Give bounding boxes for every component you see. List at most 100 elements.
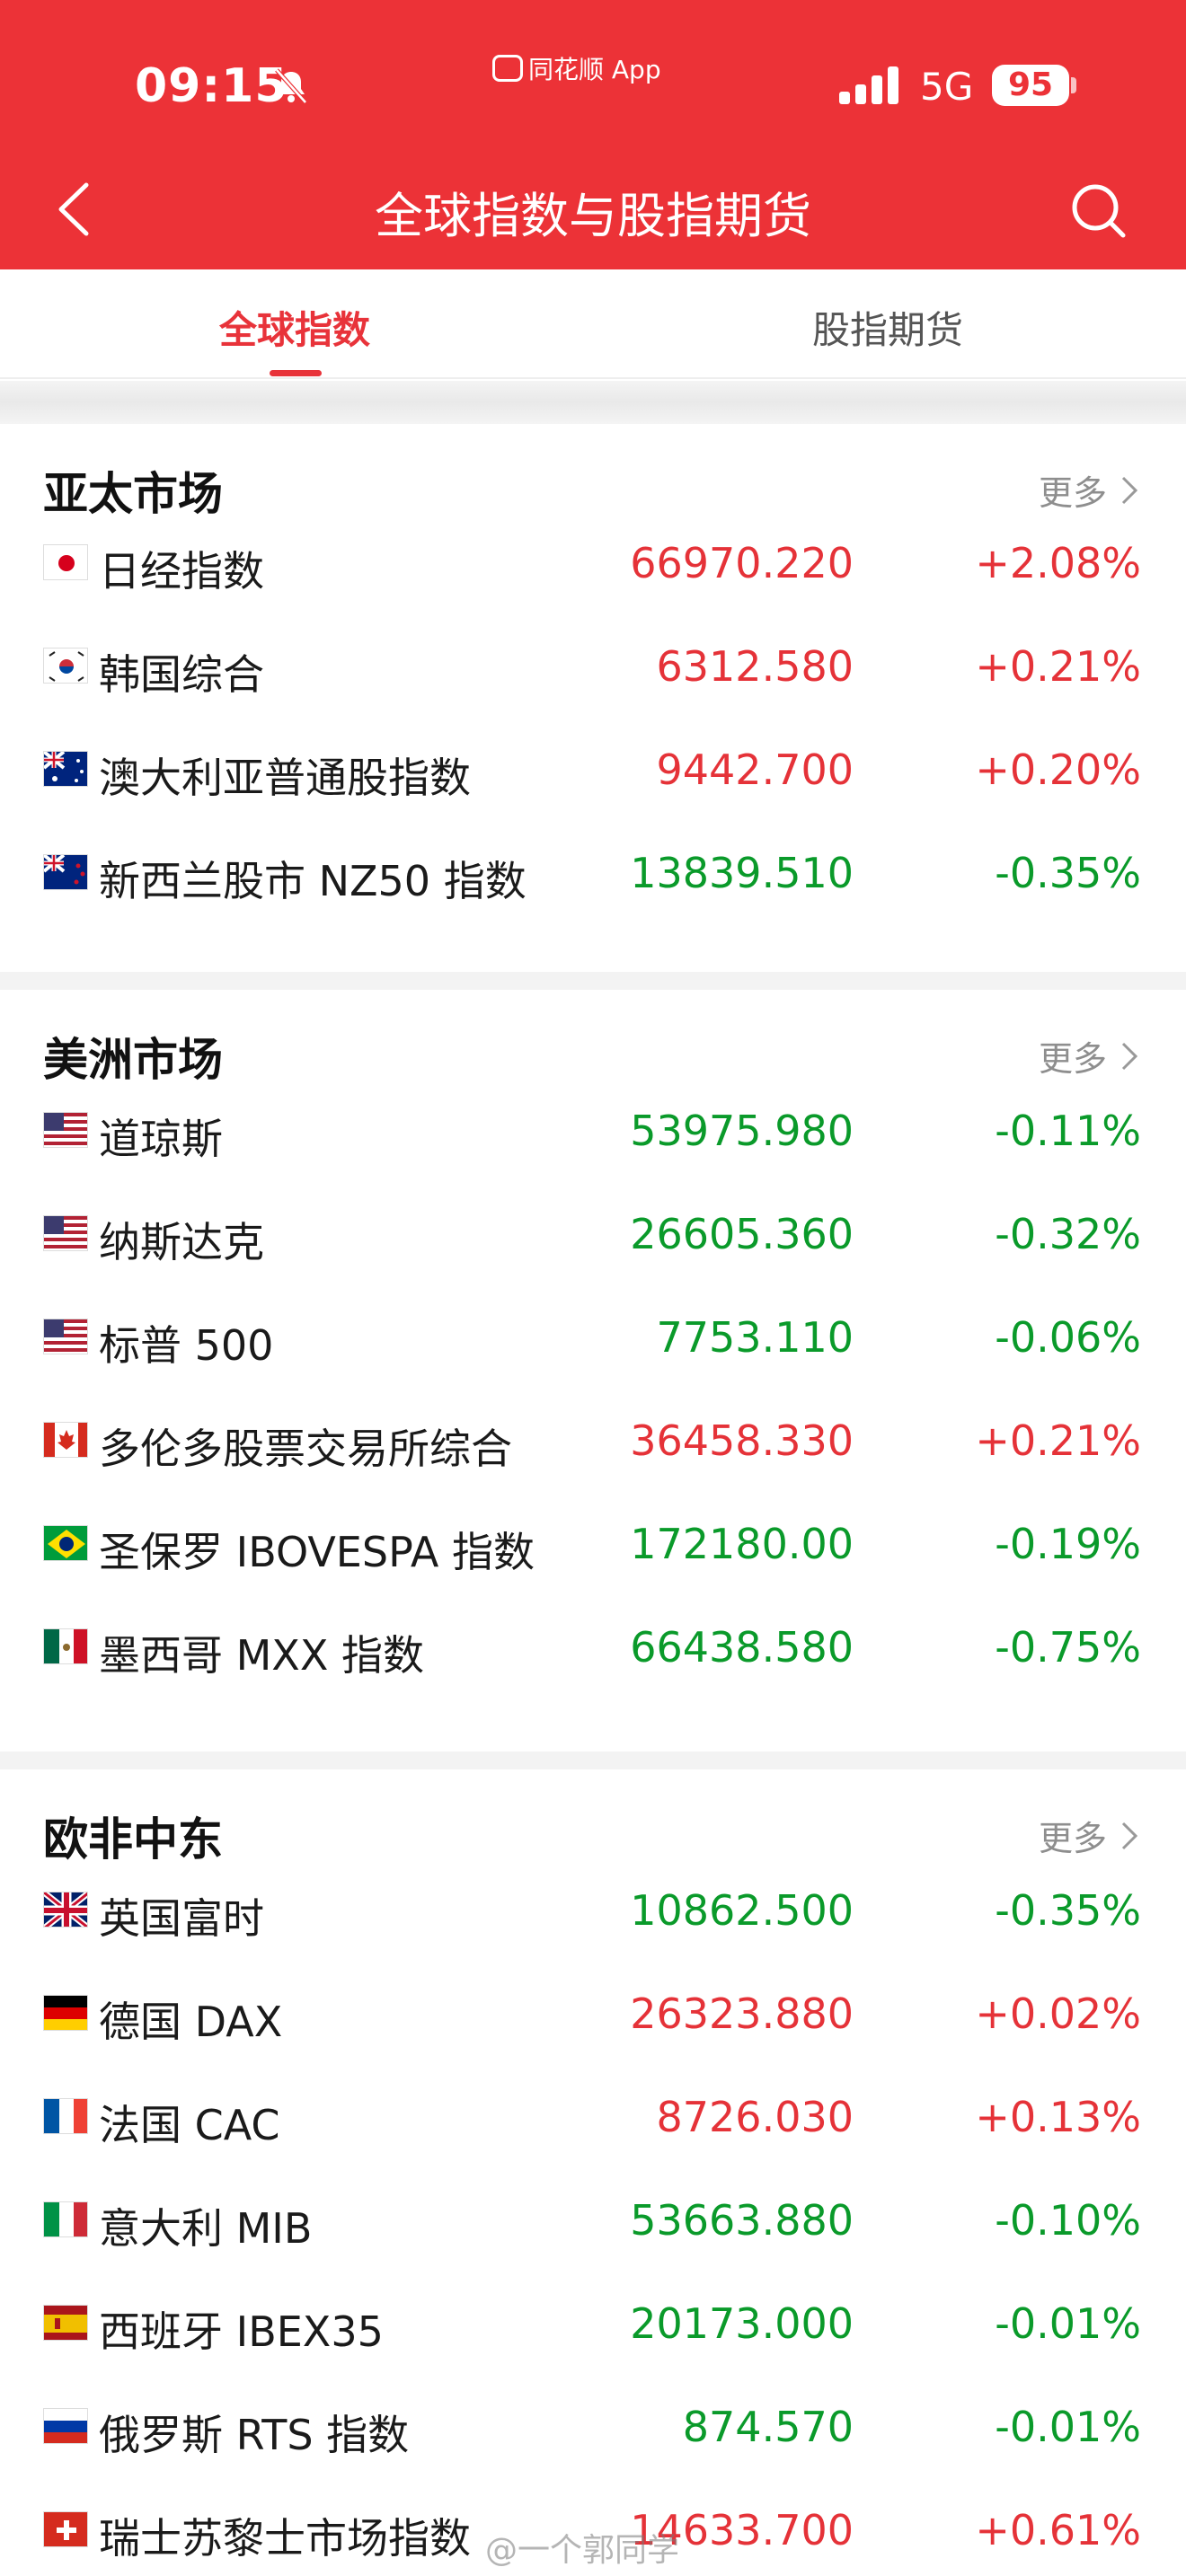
index-row[interactable]: 圣保罗 IBOVESPA 指数 172180.00 -0.19% <box>0 1493 1186 1596</box>
index-change: -0.01% <box>995 2299 1141 2348</box>
index-name: 新西兰股市 NZ50 指数 <box>99 857 527 905</box>
index-value: 53663.880 <box>630 2196 854 2245</box>
index-change: -0.11% <box>995 1107 1141 1155</box>
index-row[interactable]: 法国 CAC 8726.030 +0.13% <box>0 2066 1186 2169</box>
index-change: -0.06% <box>995 1313 1141 1362</box>
more-label: 更多 <box>1038 1039 1107 1079</box>
network-type: 5G <box>920 65 974 109</box>
divider <box>0 381 1186 424</box>
index-change: +0.13% <box>975 2093 1141 2141</box>
index-row[interactable]: 西班牙 IBEX35 20173.000 -0.01% <box>0 2272 1186 2376</box>
index-name: 德国 DAX <box>99 1998 283 2046</box>
usa-flag-icon <box>43 1112 88 1148</box>
index-row[interactable]: 韩国综合 6312.580 +0.21% <box>0 615 1186 719</box>
germany-flag-icon <box>43 1995 88 2031</box>
index-change: -0.19% <box>995 1520 1141 1568</box>
chevron-right-icon <box>1121 1042 1138 1070</box>
tab-index-futures[interactable]: 股指期货 <box>708 300 1067 355</box>
section-gap <box>0 972 1186 990</box>
app-badge-label: 同花顺 App <box>528 55 661 84</box>
index-change: +0.61% <box>975 2506 1141 2554</box>
france-flag-icon <box>43 2098 88 2134</box>
app-badge[interactable]: 同花顺 App <box>492 50 661 86</box>
index-change: +0.02% <box>975 1989 1141 2038</box>
tab-global-indices[interactable]: 全球指数 <box>115 300 474 355</box>
index-row[interactable]: 澳大利亚普通股指数 9442.700 +0.20% <box>0 719 1186 822</box>
status-time: 09:15 <box>135 59 288 113</box>
usa-flag-icon <box>43 1215 88 1251</box>
uk-flag-icon <box>43 1892 88 1928</box>
index-row[interactable]: 墨西哥 MXX 指数 66438.580 -0.75% <box>0 1596 1186 1699</box>
index-change: -0.35% <box>995 849 1141 897</box>
tab-bar: 全球指数 股指期货 <box>0 269 1186 379</box>
index-change: -0.35% <box>995 1886 1141 1935</box>
index-name: 英国富时 <box>99 1894 264 1943</box>
index-change: -0.10% <box>995 2196 1141 2245</box>
index-change: +2.08% <box>975 539 1141 587</box>
brazil-flag-icon <box>43 1525 88 1561</box>
index-change: -0.75% <box>995 1623 1141 1672</box>
index-row[interactable]: 多伦多股票交易所综合 36458.330 +0.21% <box>0 1389 1186 1493</box>
index-row[interactable]: 道琼斯 53975.980 -0.11% <box>0 1080 1186 1183</box>
index-name: 圣保罗 IBOVESPA 指数 <box>99 1528 535 1576</box>
index-name: 澳大利亚普通股指数 <box>99 754 471 802</box>
index-value: 53975.980 <box>630 1107 854 1155</box>
index-row[interactable]: 新西兰股市 NZ50 指数 13839.510 -0.35% <box>0 822 1186 925</box>
index-value: 10862.500 <box>630 1886 854 1935</box>
search-icon[interactable] <box>1069 181 1128 241</box>
more-label: 更多 <box>1038 473 1107 513</box>
index-name: 墨西哥 MXX 指数 <box>99 1631 424 1680</box>
index-value: 172180.00 <box>630 1520 854 1568</box>
new-zealand-flag-icon <box>43 854 88 890</box>
section-asia-pacific: 亚太市场 更多 日经指数 66970.220 +2.08% 韩国综合 6312.… <box>0 424 1186 972</box>
index-value: 26605.360 <box>630 1210 854 1258</box>
index-name: 西班牙 IBEX35 <box>99 2307 384 2356</box>
index-change: +0.21% <box>975 1416 1141 1465</box>
index-name: 法国 CAC <box>99 2101 280 2149</box>
mexico-flag-icon <box>43 1628 88 1664</box>
app-header: 09:15 同花顺 App 5G 95 全球指数与股指期货 <box>0 0 1186 269</box>
index-row[interactable]: 英国富时 10862.500 -0.35% <box>0 1859 1186 1963</box>
index-name: 意大利 MIB <box>99 2204 313 2253</box>
index-name: 多伦多股票交易所综合 <box>99 1425 512 1473</box>
index-value: 26323.880 <box>630 1989 854 2038</box>
index-value: 36458.330 <box>630 1416 854 1465</box>
more-link[interactable]: 更多 <box>1039 1811 1139 1860</box>
index-change: -0.32% <box>995 1210 1141 1258</box>
russia-flag-icon <box>43 2408 88 2444</box>
spain-flag-icon <box>43 2305 88 2341</box>
more-label: 更多 <box>1038 1819 1107 1858</box>
index-name: 韩国综合 <box>99 650 264 699</box>
index-row[interactable]: 标普 500 7753.110 -0.06% <box>0 1286 1186 1389</box>
index-change: +0.21% <box>975 642 1141 691</box>
battery-icon <box>1071 77 1076 93</box>
app-logo-icon <box>492 55 523 82</box>
index-row[interactable]: 俄罗斯 RTS 指数 874.570 -0.01% <box>0 2376 1186 2479</box>
index-value: 9442.700 <box>656 745 854 794</box>
index-row[interactable]: 日经指数 66970.220 +2.08% <box>0 512 1186 615</box>
section-emea: 欧非中东 更多 英国富时 10862.500 -0.35% 德国 DAX 263… <box>0 1769 1186 2576</box>
index-row[interactable]: 意大利 MIB 53663.880 -0.10% <box>0 2169 1186 2272</box>
index-row[interactable]: 德国 DAX 26323.880 +0.02% <box>0 1963 1186 2066</box>
index-change: -0.01% <box>995 2403 1141 2451</box>
index-value: 13839.510 <box>630 849 854 897</box>
battery-level: 95 <box>992 65 1069 106</box>
watermark: @一个郭同学 <box>485 2532 680 2569</box>
index-value: 20173.000 <box>630 2299 854 2348</box>
canada-flag-icon <box>43 1422 88 1458</box>
chevron-right-icon <box>1121 476 1138 504</box>
tab-active-indicator <box>270 370 322 376</box>
switzerland-flag-icon <box>43 2511 88 2547</box>
bell-muted-icon <box>275 68 307 104</box>
more-link[interactable]: 更多 <box>1039 465 1139 515</box>
section-gap <box>0 1751 1186 1769</box>
index-value: 66970.220 <box>630 539 854 587</box>
index-name: 道琼斯 <box>99 1115 223 1163</box>
index-name: 标普 500 <box>99 1321 274 1370</box>
more-link[interactable]: 更多 <box>1039 1031 1139 1081</box>
korea-flag-icon <box>43 648 88 684</box>
index-value: 8726.030 <box>656 2093 854 2141</box>
index-change: +0.20% <box>975 745 1141 794</box>
index-row[interactable]: 纳斯达克 26605.360 -0.32% <box>0 1183 1186 1286</box>
signal-icon <box>839 66 898 104</box>
